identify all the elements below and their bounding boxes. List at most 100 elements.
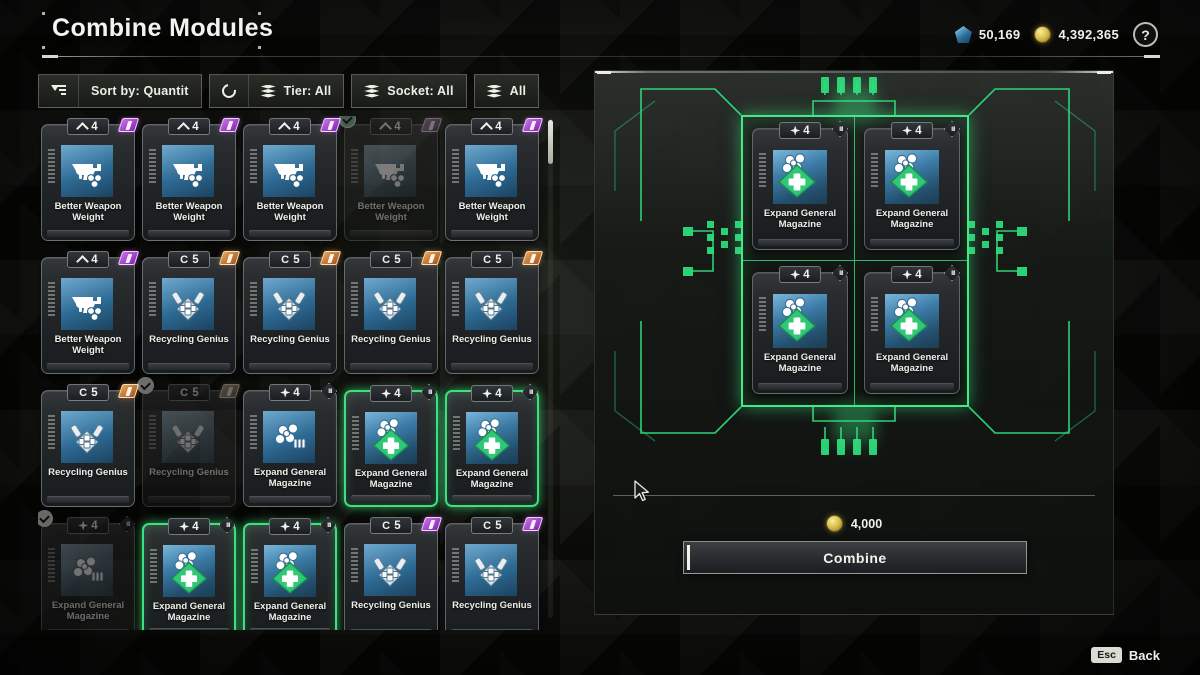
c-rank-icon: C (180, 253, 189, 266)
module-card-name: Better Weapon Weight (54, 201, 122, 223)
sort-direction-button[interactable] (39, 75, 79, 107)
module-card[interactable]: Expand General Magazine 4 (445, 384, 539, 507)
led-strip-icon (251, 549, 258, 585)
module-card[interactable]: Recycling Genius C5 (445, 517, 544, 630)
recycling-genius-icon (471, 550, 511, 590)
module-card[interactable]: Recycling Genius C5 (142, 251, 241, 374)
filter-tier-button[interactable]: Tier: All (249, 75, 344, 107)
module-cell: Better Weapon Weight 4 (442, 116, 544, 241)
sort-by-label: Sort by: Quantit (91, 84, 189, 98)
filter-socket-button[interactable]: Socket: All (352, 75, 465, 107)
currency-coin: 4,392,365 (1034, 26, 1119, 43)
module-quantity-badge: 4 (891, 122, 933, 139)
module-card-header: 4 (446, 118, 544, 135)
combine-slot-card[interactable]: Expand General Magazine 4 (752, 265, 848, 394)
module-card[interactable]: Expand General Magazine 4 (243, 517, 337, 630)
recycling-genius-icon (67, 417, 107, 457)
combine-slot-name: Expand General Magazine (763, 352, 837, 374)
module-quantity-badge: 4 (269, 118, 311, 135)
combine-button[interactable]: Combine (683, 541, 1027, 574)
combine-slot-card[interactable]: Expand General Magazine 4 (752, 121, 848, 250)
combine-slot-card[interactable]: Expand General Magazine 4 (864, 265, 960, 394)
refresh-group: Tier: All (208, 74, 345, 108)
module-card[interactable]: Expand General Magazine 4 (344, 384, 438, 507)
module-card[interactable]: Expand General Magazine 4 (243, 383, 337, 507)
scrollbar-thumb[interactable] (548, 120, 553, 164)
module-icon-tile (773, 150, 827, 204)
magazine-plus-icon (469, 415, 515, 461)
module-card[interactable]: Better Weapon Weight 4 (445, 118, 544, 241)
module-card-header: 4 (245, 517, 336, 535)
module-quantity-badge: 4 (67, 517, 109, 534)
module-card[interactable]: Recycling Genius C5 (344, 251, 443, 374)
module-card[interactable]: Better Weapon Weight 4 (142, 118, 241, 241)
module-quantity: 4 (91, 519, 98, 532)
star-icon (482, 388, 493, 399)
module-card-name: Recycling Genius (250, 334, 330, 345)
weapon-weight-icon (269, 151, 309, 191)
coin-icon (825, 515, 843, 532)
combine-slot-name: Expand General Magazine (875, 352, 949, 374)
combine-slot-frame: Expand General Magazine 4 III Expand Gen… (741, 115, 969, 407)
module-icon-tile (364, 145, 416, 197)
star-icon (280, 521, 291, 532)
combine-slot[interactable]: Expand General Magazine 4 (743, 261, 855, 405)
module-card[interactable]: Recycling Genius C5 (137, 377, 241, 507)
help-button[interactable]: ? (1133, 22, 1158, 47)
star-icon (280, 387, 291, 398)
module-cell: Recycling Genius C5 (240, 249, 342, 374)
back-hint[interactable]: Esc Back (1091, 647, 1160, 663)
module-card-footer (870, 383, 954, 390)
led-strip-icon (759, 297, 766, 333)
module-cell: Expand General Magazine 4 (240, 382, 340, 507)
recycling-genius-icon (370, 550, 410, 590)
module-cell: Better Weapon Weight 4 (38, 116, 140, 241)
module-card[interactable]: Recycling Genius C5 (41, 384, 140, 507)
cost-divider (613, 495, 1095, 496)
module-quantity: 4 (803, 124, 810, 137)
module-quantity-badge: 4 (67, 251, 109, 268)
combine-slot[interactable]: Expand General Magazine 4 (855, 117, 967, 261)
module-card-header: C5 (345, 517, 443, 534)
module-quantity-badge: 4 (471, 385, 513, 402)
module-icon-tile (61, 145, 113, 197)
module-card[interactable]: Expand General Magazine 4 (142, 517, 236, 630)
module-card[interactable]: Better Weapon Weight 4 (243, 118, 342, 241)
module-quantity-badge: 4 (168, 118, 210, 135)
combine-cost: 4,000 (595, 515, 1113, 532)
socket-tag-orange-icon (218, 384, 241, 398)
module-icon-tile (773, 294, 827, 348)
module-card[interactable]: Recycling Genius C5 (243, 251, 342, 374)
combine-slot-card[interactable]: Expand General Magazine 4 (864, 121, 960, 250)
c-rank-icon: C (281, 253, 290, 266)
module-quantity-badge: 4 (779, 266, 821, 283)
selected-check-icon (137, 377, 154, 394)
inventory-scrollbar[interactable] (548, 118, 553, 618)
module-card[interactable]: Recycling Genius C5 (344, 517, 443, 630)
recycling-genius-icon (370, 284, 410, 324)
module-card[interactable]: Better Weapon Weight 4 (41, 118, 140, 241)
socket-tag-purple-icon (420, 118, 443, 132)
module-card-header: 4 (143, 118, 241, 135)
module-quantity: 4 (293, 120, 300, 133)
socket-tag-orange-icon (521, 251, 544, 265)
module-card[interactable]: Recycling Genius C5 (445, 251, 544, 374)
combine-slot[interactable]: Expand General Magazine 4 (855, 261, 967, 405)
socket-tag-orange-icon (218, 251, 241, 265)
module-card[interactable]: Better Weapon Weight 4 (41, 251, 140, 374)
sort-by-button[interactable]: Sort by: Quantit (79, 75, 201, 107)
esc-key-icon: Esc (1091, 647, 1122, 663)
filter-all-button[interactable]: All (475, 75, 539, 107)
module-card[interactable]: Expand General Magazine 4 (38, 510, 135, 630)
module-quantity: 5 (394, 519, 401, 532)
module-card[interactable]: Better Weapon Weight 4 (339, 116, 443, 241)
module-card-header: 4 (244, 118, 342, 135)
combine-slot[interactable]: Expand General Magazine 4 (743, 117, 855, 261)
star-icon (790, 269, 801, 280)
all-group: All (473, 74, 540, 108)
refresh-button[interactable] (210, 75, 249, 107)
module-quantity: 4 (192, 520, 199, 533)
module-card-name: Better Weapon Weight (155, 201, 223, 223)
module-icon-tile (61, 544, 113, 596)
module-card-footer (250, 628, 330, 630)
